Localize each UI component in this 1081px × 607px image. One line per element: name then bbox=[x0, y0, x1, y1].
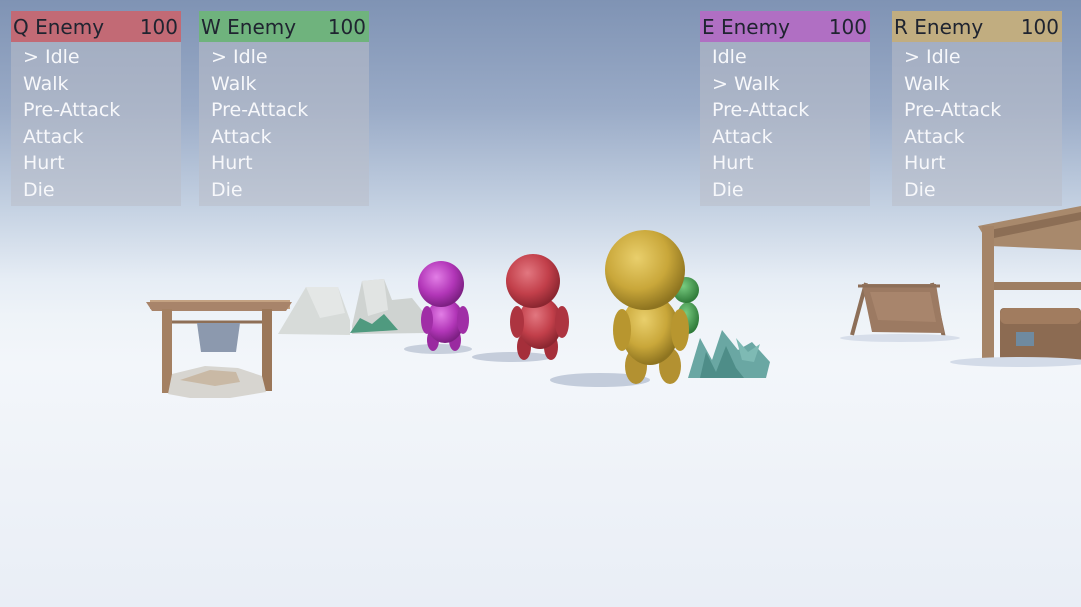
state-item[interactable]: Hurt bbox=[23, 150, 181, 177]
state-item[interactable]: Pre-Attack bbox=[23, 97, 181, 124]
well bbox=[146, 300, 292, 398]
state-item[interactable]: Attack bbox=[211, 124, 369, 151]
state-item[interactable]: Die bbox=[23, 177, 181, 204]
panel-header: W Enemy 100 bbox=[199, 11, 369, 42]
state-item[interactable]: > Idle bbox=[23, 44, 181, 71]
panel-r-enemy: R Enemy 100 > Idle Walk Pre-Attack Attac… bbox=[892, 11, 1062, 206]
state-item[interactable]: Die bbox=[211, 177, 369, 204]
state-list: Idle > Walk Pre-Attack Attack Hurt Die bbox=[700, 44, 870, 203]
state-item[interactable]: Die bbox=[712, 177, 870, 204]
panel-q-enemy: Q Enemy 100 > Idle Walk Pre-Attack Attac… bbox=[11, 11, 181, 206]
state-item[interactable]: Walk bbox=[211, 71, 369, 98]
state-item[interactable]: > Idle bbox=[211, 44, 369, 71]
state-item[interactable]: Attack bbox=[712, 124, 870, 151]
state-item[interactable]: Hurt bbox=[211, 150, 369, 177]
panel-e-enemy: E Enemy 100 Idle > Walk Pre-Attack Attac… bbox=[700, 11, 870, 206]
panel-header: E Enemy 100 bbox=[700, 11, 870, 42]
state-list: > Idle Walk Pre-Attack Attack Hurt Die bbox=[199, 44, 369, 203]
panel-header: Q Enemy 100 bbox=[11, 11, 181, 42]
state-item[interactable]: Pre-Attack bbox=[712, 97, 870, 124]
panel-w-enemy: W Enemy 100 > Idle Walk Pre-Attack Attac… bbox=[199, 11, 369, 206]
state-item[interactable]: Walk bbox=[23, 71, 181, 98]
state-item[interactable]: Hurt bbox=[904, 150, 1062, 177]
panel-header: R Enemy 100 bbox=[892, 11, 1062, 42]
state-item[interactable]: Attack bbox=[904, 124, 1062, 151]
enemy-hp: 100 bbox=[828, 14, 867, 39]
enemy-hp: 100 bbox=[327, 14, 366, 39]
enemy-name: Q Enemy bbox=[13, 14, 105, 39]
yellow-enemy-character bbox=[550, 230, 689, 387]
state-item[interactable]: Attack bbox=[23, 124, 181, 151]
tent bbox=[840, 282, 960, 342]
state-item[interactable]: > Walk bbox=[712, 71, 870, 98]
enemy-name: R Enemy bbox=[894, 14, 984, 39]
shed bbox=[950, 206, 1081, 367]
state-item[interactable]: Pre-Attack bbox=[211, 97, 369, 124]
state-item[interactable]: Pre-Attack bbox=[904, 97, 1062, 124]
state-item[interactable]: Walk bbox=[904, 71, 1062, 98]
state-item[interactable]: Hurt bbox=[712, 150, 870, 177]
rocks-left bbox=[278, 279, 428, 335]
state-item[interactable]: > Idle bbox=[904, 44, 1062, 71]
state-list: > Idle Walk Pre-Attack Attack Hurt Die bbox=[892, 44, 1062, 203]
enemy-name: E Enemy bbox=[702, 14, 790, 39]
red-enemy-character bbox=[472, 254, 569, 362]
state-item[interactable]: Idle bbox=[712, 44, 870, 71]
state-item[interactable]: Die bbox=[904, 177, 1062, 204]
state-list: > Idle Walk Pre-Attack Attack Hurt Die bbox=[11, 44, 181, 203]
enemy-hp: 100 bbox=[1020, 14, 1059, 39]
bush bbox=[688, 330, 770, 378]
enemy-hp: 100 bbox=[139, 14, 178, 39]
enemy-name: W Enemy bbox=[201, 14, 297, 39]
